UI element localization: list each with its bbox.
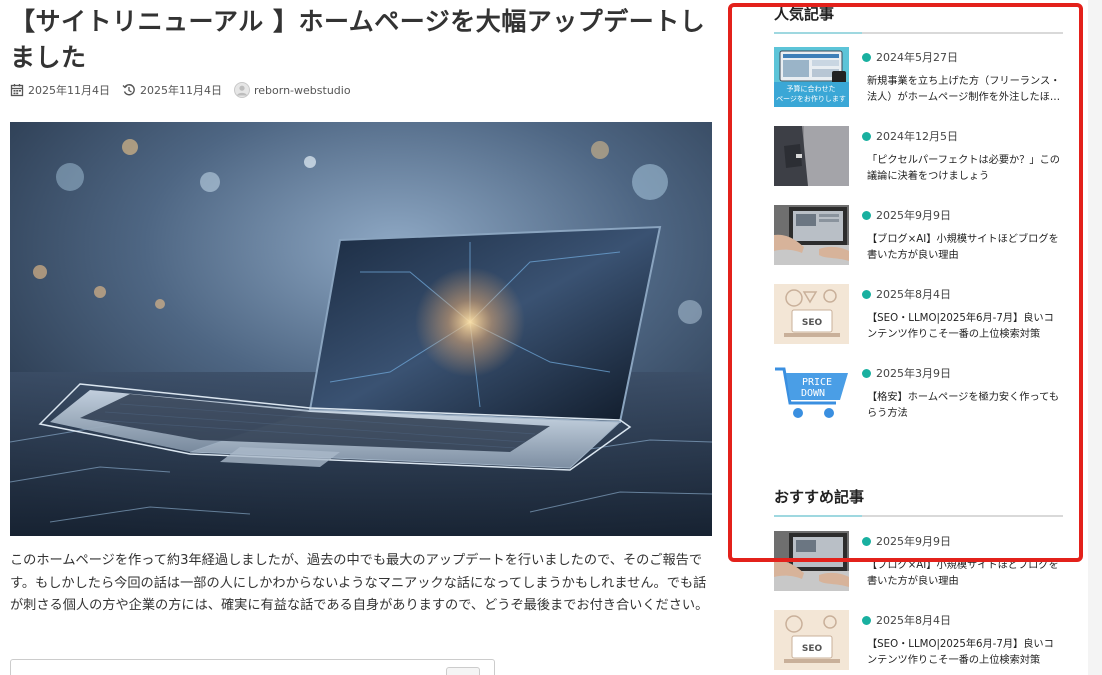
article-meta: 2025年11月4日 2025年11月4日 reborn-webstudio <box>10 81 363 99</box>
seo-laptop-image: SEO <box>774 610 849 670</box>
post-date: 2025年8月4日 <box>862 612 951 628</box>
date-dot-icon <box>862 615 871 625</box>
post-title-link[interactable]: 「ピクセルパーフェクトは必要か？」この議論に決着をつけましょう <box>867 153 1062 184</box>
author[interactable]: reborn-webstudio <box>234 82 351 98</box>
business-person-image <box>774 126 849 186</box>
date-dot-icon <box>862 368 871 378</box>
author-name[interactable]: reborn-webstudio <box>254 84 351 97</box>
sidebar: 人気記事 予算に合わせた ページをお作りします 2024年5月27日 新規事業を… <box>774 0 1064 675</box>
laptop-typing-image <box>774 531 849 591</box>
recommended-heading: おすすめ記事 <box>774 488 865 506</box>
popular-item[interactable]: 2025年9月9日 【ブログ×AI】小規模サイトほどブログを書いた方が良い理由 <box>774 205 1064 267</box>
date-dot-icon <box>862 210 871 220</box>
date-dot-icon <box>862 52 871 62</box>
laptop-circuit-image <box>10 122 712 536</box>
table-of-contents <box>10 659 495 675</box>
website-mockup-image: 予算に合わせた ページをお作りします <box>774 47 849 107</box>
svg-text:予算に合わせた: 予算に合わせた <box>787 84 836 93</box>
svg-text:PRICE: PRICE <box>802 377 832 388</box>
post-title-link[interactable]: 【格安】ホームページを極力安く作ってもらう方法 <box>867 390 1062 421</box>
calendar-icon <box>10 84 24 97</box>
post-title-link[interactable]: 新規事業を立ち上げた方（フリーランス・法人）がホームページ制作を外注したほ… <box>867 74 1062 105</box>
article-intro: このホームページを作って約3年経過しましたが、過去の中でも最大のアップデートを行… <box>10 553 709 613</box>
post-title-link[interactable]: 【ブログ×AI】小規模サイトほどブログを書いた方が良い理由 <box>867 558 1062 589</box>
post-thumbnail[interactable] <box>774 205 849 265</box>
post-thumbnail[interactable] <box>774 126 849 186</box>
post-thumbnail[interactable]: SEO <box>774 284 849 344</box>
popular-item[interactable]: 予算に合わせた ページをお作りします 2024年5月27日 新規事業を立ち上げた… <box>774 47 1064 109</box>
updated-date-text: 2025年11月4日 <box>140 84 222 97</box>
toc-toggle-button[interactable] <box>446 667 480 675</box>
post-date: 2025年8月4日 <box>862 286 951 302</box>
shopping-cart-icon: PRICE DOWN <box>775 367 848 418</box>
article-main: 【サイトリニューアル 】ホームページを大幅アップデートしました 2025年11月… <box>10 0 715 675</box>
avatar-icon <box>234 82 250 98</box>
post-title-link[interactable]: 【SEO・LLMO|2025年6月-7月】良いコンテンツ作りこそ一番の上位検索対… <box>867 311 1062 342</box>
svg-text:ページをお作りします: ページをお作りします <box>776 94 846 103</box>
post-thumbnail[interactable]: PRICE DOWN <box>774 363 849 423</box>
recommended-heading-rule <box>774 515 1063 517</box>
laptop-typing-image <box>774 205 849 265</box>
post-date: 2025年3月9日 <box>862 365 951 381</box>
post-thumbnail[interactable]: 予算に合わせた ページをお作りします <box>774 47 849 107</box>
recommended-item[interactable]: SEO 2025年8月4日 【SEO・LLMO|2025年6月-7月】良いコンテ… <box>774 610 1064 672</box>
svg-text:SEO: SEO <box>802 644 823 654</box>
recommended-item[interactable]: 2025年9月9日 【ブログ×AI】小規模サイトほどブログを書いた方が良い理由 <box>774 531 1064 593</box>
history-icon <box>122 84 135 96</box>
published-date: 2025年11月4日 <box>10 82 110 98</box>
svg-text:DOWN: DOWN <box>801 388 825 399</box>
popular-item[interactable]: PRICE DOWN 2025年3月9日 【格安】ホームページを極力安く作っても… <box>774 363 1064 425</box>
popular-item[interactable]: 2024年12月5日 「ピクセルパーフェクトは必要か？」この議論に決着をつけまし… <box>774 126 1064 188</box>
post-title-link[interactable]: 【ブログ×AI】小規模サイトほどブログを書いた方が良い理由 <box>867 232 1062 263</box>
post-thumbnail[interactable]: SEO <box>774 610 849 670</box>
post-date: 2025年9月9日 <box>862 533 951 549</box>
post-date: 2025年9月9日 <box>862 207 951 223</box>
popular-item[interactable]: SEO 2025年8月4日 【SEO・LLMO|2025年6月-7月】良いコンテ… <box>774 284 1064 346</box>
date-dot-icon <box>862 536 871 546</box>
article-title: 【サイトリニューアル 】ホームページを大幅アップデートしました <box>10 7 706 72</box>
popular-heading: 人気記事 <box>774 5 835 23</box>
seo-laptop-image: SEO <box>774 284 849 344</box>
svg-text:SEO: SEO <box>802 318 823 328</box>
post-title-link[interactable]: 【SEO・LLMO|2025年6月-7月】良いコンテンツ作りこそ一番の上位検索対… <box>867 637 1062 668</box>
date-dot-icon <box>862 289 871 299</box>
popular-heading-rule <box>774 32 1063 34</box>
hero-image <box>10 122 712 536</box>
post-date: 2024年12月5日 <box>862 128 958 144</box>
date-dot-icon <box>862 131 871 141</box>
published-date-text: 2025年11月4日 <box>28 84 110 97</box>
post-thumbnail[interactable] <box>774 531 849 591</box>
post-date: 2024年5月27日 <box>862 49 958 65</box>
updated-date: 2025年11月4日 <box>122 82 222 98</box>
page-scrollbar[interactable] <box>1088 0 1102 675</box>
